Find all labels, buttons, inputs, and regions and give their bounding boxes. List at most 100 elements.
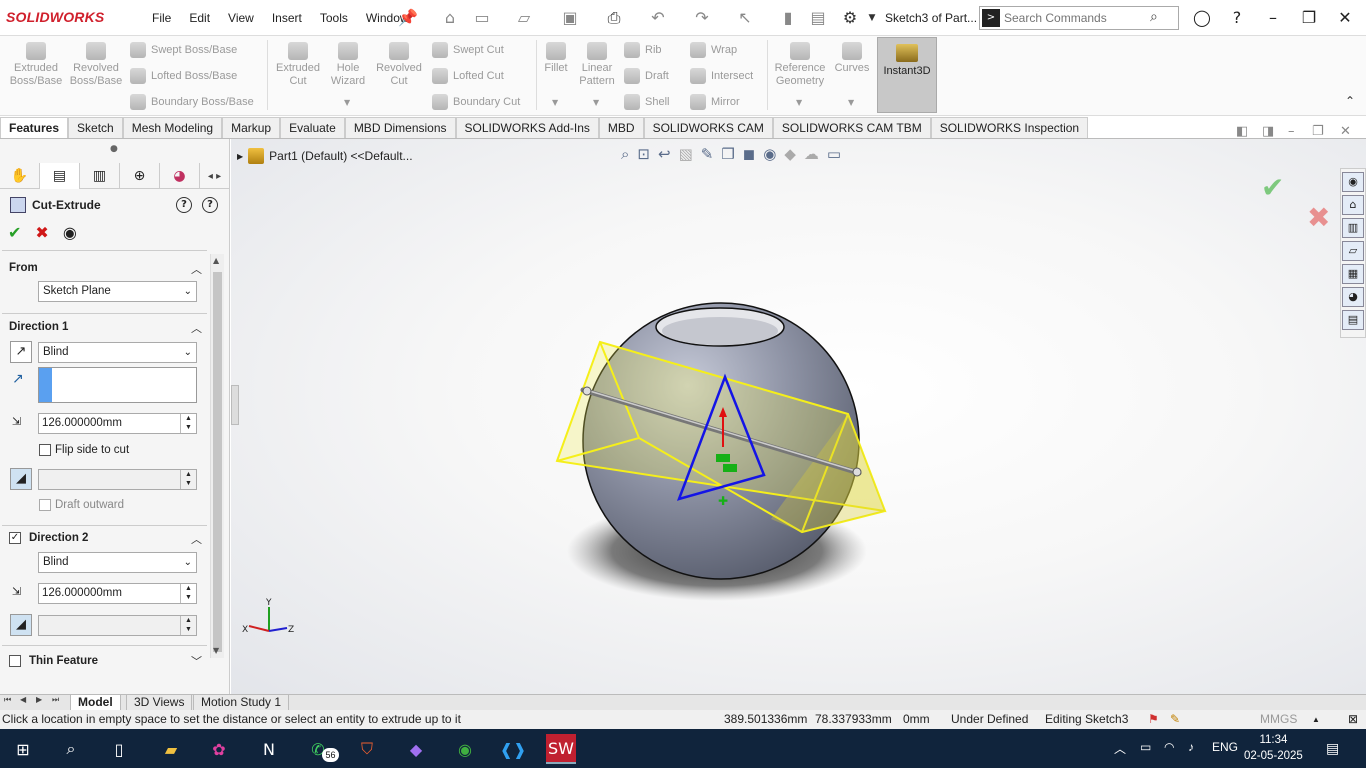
dimxpert-manager-tab-icon[interactable]: ⊕ [120, 163, 160, 189]
spin-arrows-icon[interactable]: ▲ ▼ [180, 470, 196, 489]
task-view-icon[interactable]: ▯ [104, 734, 134, 764]
select-icon[interactable]: ↖ [735, 8, 755, 28]
tab-mbd[interactable]: MBD [598, 117, 644, 139]
last-tab-icon[interactable]: ⏭ [52, 695, 59, 705]
draft-button[interactable]: Draft [624, 68, 669, 84]
tab-3d-views[interactable]: 3D Views [126, 695, 193, 711]
close-button[interactable]: ✕ [1333, 7, 1357, 29]
direction1-selection-box[interactable] [38, 367, 197, 403]
flip-side-checkbox[interactable]: Flip side to cut [39, 444, 129, 456]
boundary-cut-button[interactable]: Boundary Cut [432, 94, 520, 110]
chrome-icon[interactable]: ◉ [450, 734, 480, 764]
tab-scroll-arrows[interactable]: ◂ ▸ [200, 163, 230, 189]
taskbar-search-icon[interactable]: ⌕ [56, 734, 86, 764]
notifications-icon[interactable]: ▤ [1326, 740, 1339, 757]
graphics-area[interactable]: ▶ Part1 (Default) <<Default... ⌕ ⊡ ↩ ▧ ✎… [231, 139, 1366, 694]
intersect-button[interactable]: Intersect [690, 68, 753, 84]
next-tab-icon[interactable]: ▶ [36, 695, 42, 704]
cancel-x-icon[interactable]: ✖ [35, 223, 48, 242]
tile-left-icon[interactable]: ◧ [1236, 124, 1248, 139]
sketch-endpoint[interactable] [582, 386, 592, 396]
scrollbar-thumb[interactable] [213, 272, 222, 652]
wrap-button[interactable]: Wrap [690, 42, 737, 58]
menu-insert[interactable]: Insert [263, 11, 311, 25]
sketch-endpoint[interactable] [852, 467, 862, 477]
reference-geometry-dropdown-icon[interactable]: ▼ [796, 98, 802, 107]
solidworks-taskbar-icon[interactable]: SW [546, 734, 576, 764]
brave-browser-icon[interactable]: ⛉ [352, 734, 382, 764]
menu-tools[interactable]: Tools [311, 11, 357, 25]
preview-eye-icon[interactable]: ◉ [63, 223, 77, 242]
menu-file[interactable]: File [143, 11, 180, 25]
extruded-boss-button[interactable]: Extruded Boss/Base [6, 42, 66, 88]
display-manager-tab-icon[interactable]: ◕ [160, 163, 200, 189]
configuration-manager-tab-icon[interactable]: ▥ [80, 163, 120, 189]
tab-markup[interactable]: Markup [222, 117, 281, 139]
windows-start-icon[interactable]: ⊞ [8, 734, 38, 764]
lofted-cut-button[interactable]: Lofted Cut [432, 68, 504, 84]
linear-pattern-button[interactable]: Linear Pattern [576, 42, 618, 88]
doc-restore-button[interactable]: ❐ [1312, 124, 1324, 139]
tab-sketch[interactable]: Sketch [68, 117, 123, 139]
menu-edit[interactable]: Edit [180, 11, 219, 25]
reverse-direction-icon[interactable]: ↗ [10, 341, 32, 363]
direction1-depth-input[interactable]: 126.000000mm ▲ ▼ [38, 413, 197, 434]
units-dropdown-icon[interactable]: ▲ [1312, 715, 1320, 724]
account-icon[interactable]: ◯ [1190, 7, 1214, 29]
property-manager-tab-icon[interactable]: ▤ [40, 163, 80, 189]
prev-tab-icon[interactable]: ◀ [20, 695, 26, 704]
file-properties-icon[interactable]: ▤ [808, 8, 828, 28]
collapse-ribbon-icon[interactable]: ⌃ [1345, 94, 1355, 108]
wifi-icon[interactable]: ◠ [1164, 740, 1174, 754]
file-explorer-icon[interactable]: ▱ [1342, 241, 1364, 261]
help-icon[interactable]: ? [1225, 7, 1249, 29]
quick-tips-icon[interactable]: ✎ [1170, 712, 1180, 726]
revolved-cut-button[interactable]: Revolved Cut [374, 42, 424, 88]
boundary-boss-button[interactable]: Boundary Boss/Base [130, 94, 254, 110]
mirror-button[interactable]: Mirror [690, 94, 740, 110]
rebuild-icon[interactable]: ▮ [778, 8, 798, 28]
search-icon[interactable]: ⌕ [1150, 9, 1158, 25]
from-start-select[interactable]: Sketch Plane ⌄ [38, 281, 197, 302]
undo-icon[interactable]: ↶ [648, 8, 668, 28]
redo-icon[interactable]: ↷ [692, 8, 712, 28]
chevron-up-icon[interactable]: ︿ [191, 261, 202, 277]
hole-wizard-dropdown-icon[interactable]: ▼ [344, 98, 350, 107]
chevron-down-icon[interactable]: ▼ [862, 8, 882, 28]
tile-right-icon[interactable]: ◨ [1262, 124, 1274, 139]
instant3d-button[interactable]: Instant3D [877, 37, 937, 113]
save-icon[interactable]: ▣ [560, 8, 580, 28]
new-document-icon[interactable]: ▭ [472, 8, 492, 28]
hole-wizard-button[interactable]: Hole Wizard [326, 42, 370, 88]
swept-cut-button[interactable]: Swept Cut [432, 42, 504, 58]
design-library-icon[interactable]: ▥ [1342, 218, 1364, 238]
notion-app-icon[interactable]: N [254, 734, 284, 764]
fillet-dropdown-icon[interactable]: ▼ [552, 98, 558, 107]
tab-evaluate[interactable]: Evaluate [280, 117, 345, 139]
minimize-button[interactable]: – [1261, 7, 1285, 29]
menu-view[interactable]: View [219, 11, 263, 25]
feature-manager-tab-icon[interactable]: ✋ [0, 163, 40, 189]
draft-angle-input[interactable]: ▲ ▼ [38, 469, 197, 490]
network-icon[interactable]: ▭ [1140, 740, 1151, 754]
tab-mesh-modeling[interactable]: Mesh Modeling [122, 117, 223, 139]
curves-button[interactable]: Curves [832, 42, 872, 75]
tab-cam[interactable]: SOLIDWORKS CAM [643, 117, 773, 139]
tab-addins[interactable]: SOLIDWORKS Add-Ins [455, 117, 599, 139]
tab-cam-tbm[interactable]: SOLIDWORKS CAM TBM [772, 117, 931, 139]
maximize-button[interactable]: ❐ [1297, 7, 1321, 29]
tray-overflow-icon[interactable]: ︿ [1114, 740, 1126, 757]
from-group-header[interactable]: From [9, 262, 38, 274]
spin-arrows-icon[interactable]: ▲ ▼ [180, 414, 196, 433]
direction1-end-condition-select[interactable]: Blind ⌄ [38, 342, 197, 363]
draft-on-off-icon[interactable]: ◢ [10, 614, 32, 636]
doc-close-button[interactable]: ✕ [1340, 124, 1351, 139]
chevron-up-icon[interactable]: ︿ [191, 531, 202, 547]
vscode-icon[interactable]: ❰❱ [498, 734, 528, 764]
fillet-button[interactable]: Fillet [540, 42, 572, 75]
draft-outward-checkbox[interactable]: Draft outward [39, 499, 124, 511]
view-palette-icon[interactable]: ▦ [1342, 264, 1364, 284]
tab-features[interactable]: Features [0, 117, 69, 139]
chevron-up-icon[interactable]: ︿ [191, 320, 202, 336]
volume-icon[interactable]: ♪ [1188, 740, 1194, 754]
